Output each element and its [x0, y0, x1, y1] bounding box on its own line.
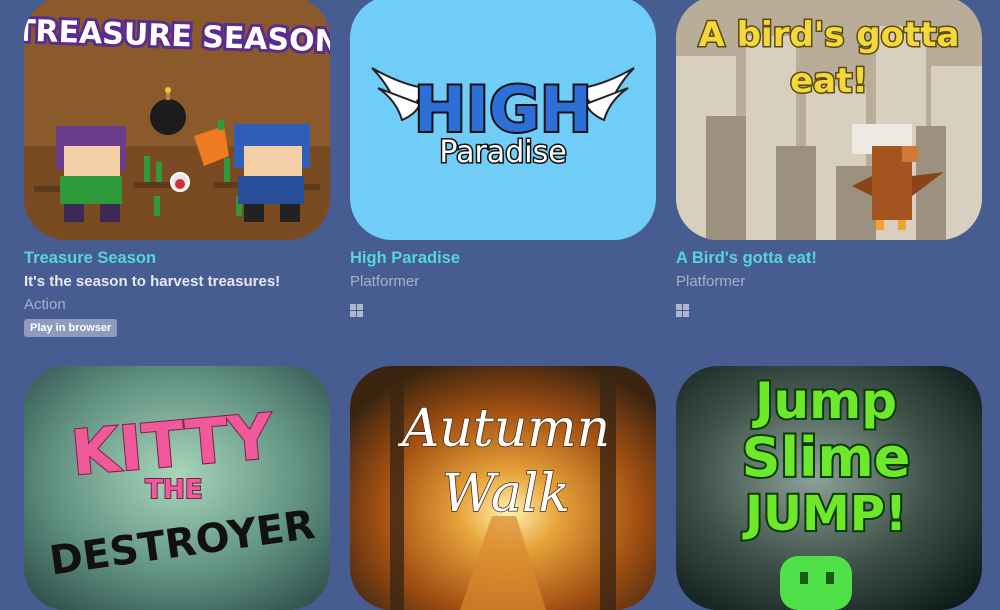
- cover-title-text-line3: JUMP!: [742, 486, 907, 542]
- game-title[interactable]: High Paradise: [350, 249, 460, 268]
- game-card-kitty-the-destroyer[interactable]: KITTY THE DESTROYER: [24, 366, 330, 610]
- cover-subtitle-text: THE: [145, 475, 202, 505]
- game-title[interactable]: Treasure Season: [24, 249, 156, 268]
- cover-title-text-line2: Slime: [742, 426, 911, 489]
- cover-title-text-line2: Walk: [442, 464, 570, 524]
- game-genre: Platformer: [676, 273, 746, 290]
- game-genre: Action: [24, 296, 66, 313]
- game-card-a-birds-gotta-eat[interactable]: A bird's gotta eat! A Bird's gotta eat! …: [676, 0, 982, 317]
- game-cover-treasure-season[interactable]: TREASURE SEASON: [24, 0, 330, 240]
- cover-title-text: A bird's gotta: [699, 15, 960, 55]
- cover-title-text: Autumn: [398, 399, 610, 459]
- game-cover-a-birds-gotta-eat[interactable]: A bird's gotta eat!: [676, 0, 982, 240]
- game-card-treasure-season[interactable]: TREASURE SEASON Treasure Season It's the…: [24, 0, 330, 337]
- windows-icon: [676, 304, 689, 317]
- game-title[interactable]: A Bird's gotta eat!: [676, 249, 817, 268]
- cover-subtitle-text: Paradise: [439, 135, 566, 170]
- cover-title-text-line2: eat!: [790, 61, 868, 101]
- cover-title-text: Jump: [752, 372, 897, 430]
- game-cover-kitty-the-destroyer[interactable]: KITTY THE DESTROYER: [24, 366, 330, 610]
- game-cover-jump-slime-jump[interactable]: Jump Slime JUMP!: [676, 366, 982, 610]
- play-in-browser-badge: Play in browser: [24, 319, 118, 337]
- game-card-jump-slime-jump[interactable]: Jump Slime JUMP!: [676, 366, 982, 610]
- game-cover-high-paradise[interactable]: HIGH Paradise: [350, 0, 656, 240]
- game-card-autumn-walk[interactable]: Autumn Walk: [350, 366, 656, 610]
- game-cover-autumn-walk[interactable]: Autumn Walk: [350, 366, 656, 610]
- game-description: It's the season to harvest treasures!: [24, 273, 281, 290]
- game-genre: Platformer: [350, 273, 420, 290]
- game-card-high-paradise[interactable]: HIGH Paradise High Paradise Platformer: [350, 0, 656, 317]
- windows-icon: [350, 304, 363, 317]
